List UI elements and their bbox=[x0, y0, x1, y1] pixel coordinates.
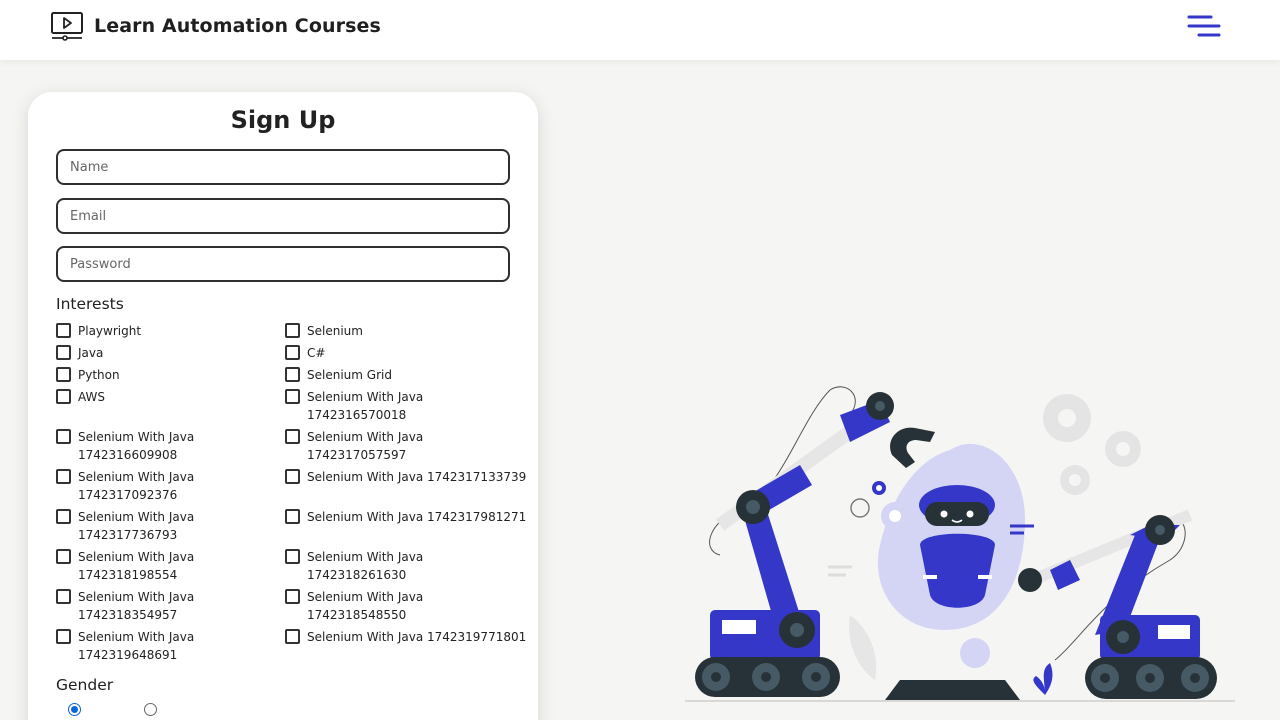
interest-label: Playwright bbox=[78, 324, 142, 338]
interest-label: Selenium With Java 1742319771801 bbox=[307, 630, 527, 644]
robot-arms-illustration bbox=[685, 386, 1235, 702]
interest-option[interactable]: Selenium bbox=[285, 322, 363, 340]
interest-checkbox[interactable] bbox=[285, 469, 300, 484]
signup-card: Sign Up Interests Gender Playwright Selen… bbox=[28, 92, 538, 720]
interest-label: C# bbox=[307, 346, 326, 360]
interest-option[interactable]: Selenium With Java 1742316609908 bbox=[56, 428, 194, 464]
interest-checkbox[interactable] bbox=[56, 345, 71, 360]
interest-option[interactable]: Selenium With Java 1742318261630 bbox=[285, 548, 423, 584]
signup-title: Sign Up bbox=[230, 106, 336, 134]
gender-radio-1[interactable] bbox=[68, 703, 81, 716]
interest-option[interactable]: Selenium With Java 1742317736793 bbox=[56, 508, 194, 544]
interest-label: Selenium With Java 1742318354957 bbox=[78, 590, 195, 622]
interest-checkbox[interactable] bbox=[56, 367, 71, 382]
interest-option[interactable]: Selenium With Java 1742317133739 bbox=[285, 468, 526, 486]
hamburger-menu-icon[interactable] bbox=[1187, 14, 1223, 38]
interest-checkbox[interactable] bbox=[285, 345, 300, 360]
interest-checkbox[interactable] bbox=[285, 549, 300, 564]
interest-checkbox[interactable] bbox=[56, 389, 71, 404]
interest-label: Python bbox=[78, 368, 120, 382]
brand[interactable]: Learn Automation Courses bbox=[50, 11, 381, 41]
interest-checkbox[interactable] bbox=[285, 589, 300, 604]
interest-checkbox[interactable] bbox=[56, 629, 71, 644]
interest-label: Selenium With Java 1742317981271 bbox=[307, 510, 527, 524]
interest-label: Selenium With Java 1742317092376 bbox=[78, 470, 195, 502]
interest-option[interactable]: Selenium With Java 1742317092376 bbox=[56, 468, 194, 504]
password-input[interactable] bbox=[56, 246, 510, 282]
interest-label: Selenium bbox=[307, 324, 363, 338]
interest-checkbox[interactable] bbox=[56, 509, 71, 524]
interest-label: Java bbox=[78, 346, 104, 360]
interest-option[interactable]: Java bbox=[56, 344, 103, 362]
interest-label: AWS bbox=[78, 390, 106, 404]
interest-option[interactable]: Python bbox=[56, 366, 120, 384]
interest-checkbox[interactable] bbox=[285, 323, 300, 338]
interest-checkbox[interactable] bbox=[285, 429, 300, 444]
interest-checkbox[interactable] bbox=[285, 629, 300, 644]
name-input[interactable] bbox=[56, 149, 510, 185]
interests-label: Interests bbox=[56, 295, 124, 313]
interest-label: Selenium With Java 1742318198554 bbox=[78, 550, 195, 582]
interest-label: Selenium With Java 1742317133739 bbox=[307, 470, 527, 484]
interest-label: Selenium Grid bbox=[307, 368, 392, 382]
interest-option[interactable]: Selenium Grid bbox=[285, 366, 392, 384]
interest-checkbox[interactable] bbox=[56, 549, 71, 564]
interest-label: Selenium With Java 1742319648691 bbox=[78, 630, 195, 662]
interest-label: Selenium With Java 1742318548550 bbox=[307, 590, 424, 622]
gender-label: Gender bbox=[56, 676, 114, 694]
interest-checkbox[interactable] bbox=[56, 323, 71, 338]
interest-checkbox[interactable] bbox=[56, 589, 71, 604]
interest-option[interactable]: Selenium With Java 1742319771801 bbox=[285, 628, 526, 646]
interest-option[interactable]: Selenium With Java 1742317981271 bbox=[285, 508, 526, 526]
interest-option[interactable]: Selenium With Java 1742318354957 bbox=[56, 588, 194, 624]
interest-option[interactable]: Selenium With Java 1742317057597 bbox=[285, 428, 423, 464]
interest-option[interactable]: Selenium With Java 1742318198554 bbox=[56, 548, 194, 584]
interest-checkbox[interactable] bbox=[285, 389, 300, 404]
interest-option[interactable]: AWS bbox=[56, 388, 105, 406]
interest-option[interactable]: Selenium With Java 1742319648691 bbox=[56, 628, 194, 664]
email-input[interactable] bbox=[56, 198, 510, 234]
interest-checkbox[interactable] bbox=[285, 509, 300, 524]
interest-option[interactable]: Selenium With Java 1742316570018 bbox=[285, 388, 423, 424]
interest-label: Selenium With Java 1742316609908 bbox=[78, 430, 195, 462]
gender-radio-2[interactable] bbox=[144, 703, 157, 716]
video-play-monitor-icon bbox=[51, 12, 83, 41]
interest-option[interactable]: Selenium With Java 1742318548550 bbox=[285, 588, 423, 624]
interest-option[interactable]: Playwright bbox=[56, 322, 141, 340]
interest-checkbox[interactable] bbox=[56, 429, 71, 444]
interest-label: Selenium With Java 1742318261630 bbox=[307, 550, 424, 582]
brand-title: Learn Automation Courses bbox=[94, 15, 381, 37]
interest-checkbox[interactable] bbox=[285, 367, 300, 382]
interest-checkbox[interactable] bbox=[56, 469, 71, 484]
interest-option[interactable]: C# bbox=[285, 344, 325, 362]
interest-label: Selenium With Java 1742317736793 bbox=[78, 510, 195, 542]
interest-label: Selenium With Java 1742317057597 bbox=[307, 430, 424, 462]
interest-label: Selenium With Java 1742316570018 bbox=[307, 390, 424, 422]
top-navbar: Learn Automation Courses bbox=[0, 0, 1280, 60]
